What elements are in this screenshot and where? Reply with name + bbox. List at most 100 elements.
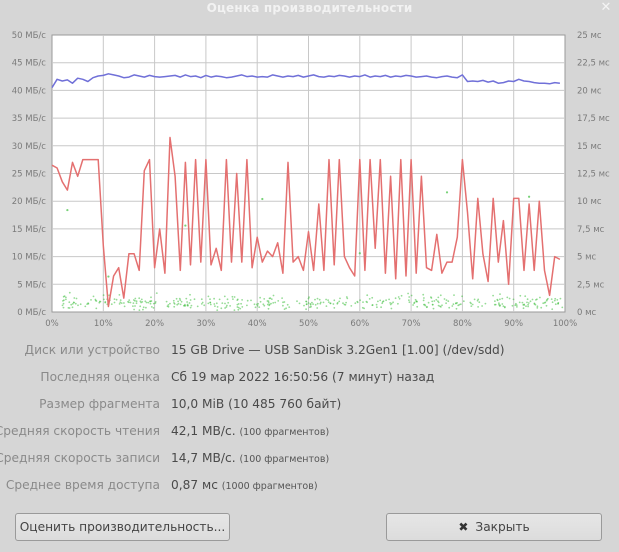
access-time-point xyxy=(172,299,175,302)
access-time-point xyxy=(350,305,353,307)
access-time-point xyxy=(62,300,64,302)
access-time-point xyxy=(329,302,332,305)
access-time-point xyxy=(237,308,240,311)
access-time-point xyxy=(527,302,530,304)
access-time-point xyxy=(437,296,440,299)
y-left-tick-label: 35 МБ/с xyxy=(12,114,47,124)
access-time-point xyxy=(127,301,130,304)
access-time-point xyxy=(193,298,196,301)
access-time-point xyxy=(207,295,210,298)
y-right-tick-label: 20 мс xyxy=(577,86,602,96)
access-time-point xyxy=(113,301,116,304)
info-label: Средняя скорость чтения xyxy=(0,424,160,438)
info-label: Диск или устройство xyxy=(24,343,160,357)
access-time-point xyxy=(167,305,170,308)
access-time-point xyxy=(377,300,379,303)
access-time-point xyxy=(259,296,261,299)
access-time-point xyxy=(185,297,188,300)
access-time-point xyxy=(110,303,113,306)
access-time-point xyxy=(514,304,517,307)
access-time-point xyxy=(461,295,463,298)
window-title: Оценка производительности xyxy=(206,1,413,15)
access-time-point xyxy=(519,294,522,297)
access-time-point xyxy=(154,301,157,303)
access-time-point xyxy=(118,294,121,296)
access-time-point xyxy=(216,306,219,308)
access-time-point xyxy=(554,297,557,300)
access-time-point xyxy=(325,298,327,301)
access-time-point xyxy=(221,302,224,304)
access-time-point xyxy=(557,302,560,305)
access-time-point xyxy=(494,303,497,306)
access-time-point xyxy=(339,297,341,300)
access-time-point xyxy=(189,306,192,309)
access-time-point xyxy=(149,302,152,305)
access-time-point xyxy=(382,300,385,303)
access-time-point xyxy=(241,306,244,308)
x-tick-label: 0% xyxy=(45,319,59,329)
access-time-point xyxy=(268,297,271,300)
access-time-point xyxy=(200,298,203,301)
access-time-point xyxy=(551,308,554,311)
access-time-point xyxy=(356,300,359,303)
access-time-point xyxy=(499,293,501,295)
access-time-point xyxy=(179,299,182,301)
access-time-point xyxy=(169,302,171,305)
access-time-point xyxy=(118,303,121,305)
access-time-point xyxy=(333,299,336,302)
access-time-point xyxy=(263,304,266,307)
access-time-point xyxy=(233,296,236,298)
access-time-point xyxy=(380,306,382,309)
info-row-sample-size: Размер фрагмента 10,0 MiB (10 485 760 ба… xyxy=(0,397,619,417)
access-time-point xyxy=(87,302,90,305)
access-time-point xyxy=(258,306,261,308)
access-time-point xyxy=(90,299,92,301)
access-time-point xyxy=(296,300,298,303)
benchmark-chart: 0% 10% 20% 30% 40% 50% 60% 70% 80% 90% 100% 0 МБ/с 5… xyxy=(12,31,610,329)
y-right-tick-label: 22,5 мс xyxy=(577,59,610,69)
access-time-point xyxy=(413,301,416,304)
access-time-point xyxy=(138,309,141,311)
access-time-point xyxy=(155,292,158,294)
x-tick-label: 70% xyxy=(402,319,421,329)
y-right-tick-label: 17,5 мс xyxy=(577,114,610,124)
x-tick-label: 60% xyxy=(350,319,369,329)
access-time-point xyxy=(270,298,273,300)
access-time-point xyxy=(452,303,455,306)
access-time-point xyxy=(184,304,187,307)
access-time-point xyxy=(385,299,387,302)
access-time-point xyxy=(270,302,272,305)
access-time-point xyxy=(145,306,147,309)
access-time-point xyxy=(214,305,216,307)
access-time-point xyxy=(397,302,399,305)
access-time-point xyxy=(68,291,71,294)
access-time-point xyxy=(209,303,212,306)
access-time-point xyxy=(545,299,548,302)
start-benchmark-button[interactable]: Оценить производительность... xyxy=(15,513,230,541)
access-time-point xyxy=(259,300,262,303)
y-right-tick-label: 25 мс xyxy=(577,31,602,41)
access-time-point xyxy=(533,302,536,305)
access-time-point xyxy=(213,297,216,300)
access-time-point xyxy=(345,301,347,304)
access-time-point xyxy=(65,298,67,301)
access-time-point xyxy=(316,297,319,300)
access-time-point xyxy=(508,297,511,300)
access-time-point xyxy=(152,302,155,305)
access-time-point xyxy=(286,303,289,306)
access-time-point xyxy=(422,293,425,296)
access-time-point xyxy=(471,303,474,306)
access-time-point xyxy=(389,303,392,306)
access-time-point xyxy=(366,294,369,297)
access-time-point xyxy=(368,298,371,300)
access-time-point xyxy=(281,297,283,299)
y-right-tick-label: 0 мс xyxy=(577,308,597,318)
access-time-point xyxy=(236,299,239,301)
access-time-point xyxy=(522,304,525,306)
access-time-point xyxy=(75,297,78,300)
access-time-point xyxy=(561,306,564,309)
close-button[interactable]: ✖ Закрыть xyxy=(386,513,602,541)
access-time-point xyxy=(236,306,239,308)
window-close-icon[interactable]: ✕ xyxy=(599,0,613,15)
access-time-point xyxy=(141,301,144,303)
